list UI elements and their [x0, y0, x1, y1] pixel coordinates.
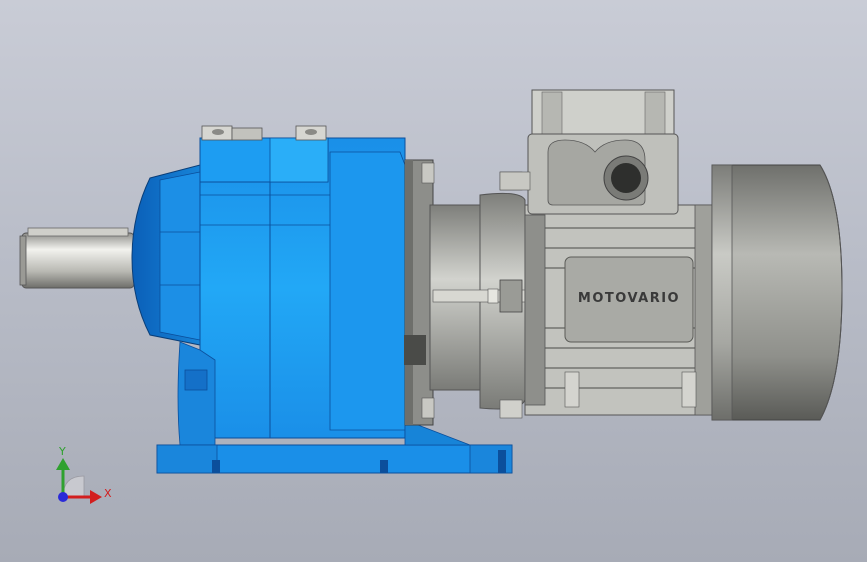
z-axis-dot-icon — [58, 492, 68, 502]
x-axis-arrow-icon — [90, 490, 102, 504]
graphics-viewport[interactable]: MOTOVARIO Y X — [0, 0, 867, 562]
x-axis-label: X — [104, 487, 112, 500]
adapter-flange[interactable] — [404, 159, 529, 426]
y-axis-arrow-icon — [56, 458, 70, 470]
output-shaft[interactable] — [19, 227, 135, 289]
orientation-triad[interactable]: Y X — [56, 445, 112, 504]
y-axis-label: Y — [58, 445, 66, 458]
brand-label: MOTOVARIO — [578, 291, 680, 306]
gear-motor-model[interactable]: MOTOVARIO Y X — [0, 0, 867, 562]
terminal-box[interactable] — [499, 89, 679, 215]
motor-nameplate: MOTOVARIO — [564, 256, 694, 343]
